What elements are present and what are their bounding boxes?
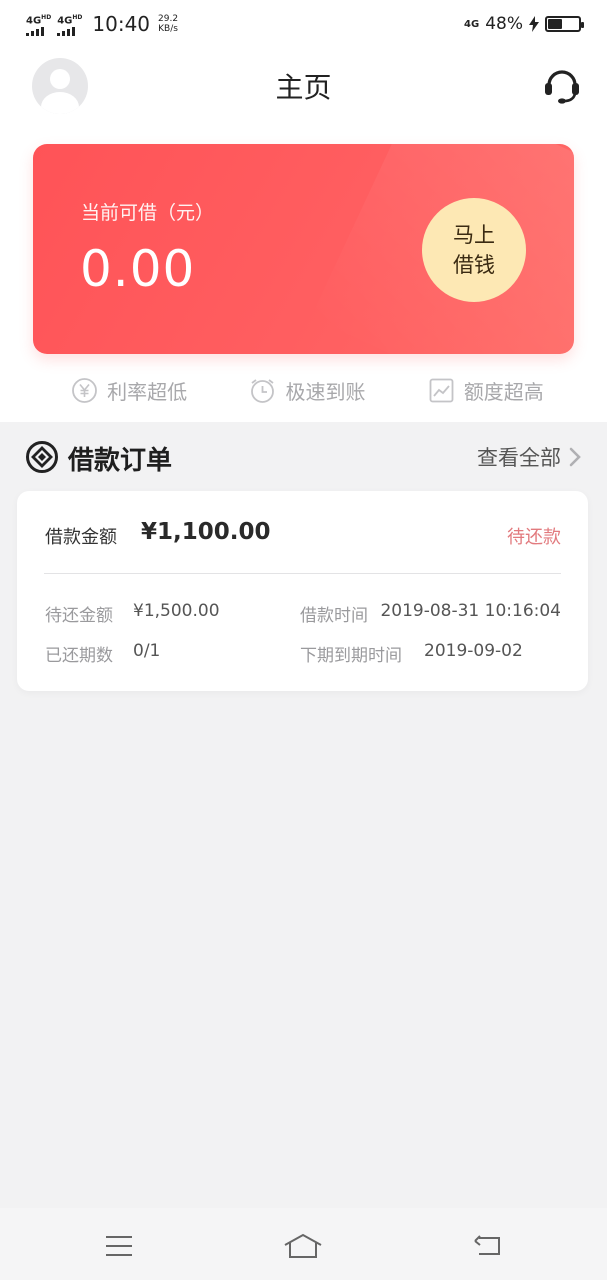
loan-amount-value: ¥1,100.00 bbox=[141, 519, 271, 545]
view-all-link[interactable]: 查看全部 bbox=[477, 442, 581, 472]
diamond-coin-icon bbox=[26, 441, 58, 473]
due-amount-value: ¥1,500.00 bbox=[133, 601, 220, 621]
status-bar: 4GHD 4GHD 10:40 29.2 KB/s 4G 48% bbox=[0, 0, 607, 48]
order-card[interactable]: 借款金额 ¥1,100.00 待还款 待还金额 ¥1,500.00 借款时间 2… bbox=[17, 491, 588, 691]
battery-level bbox=[548, 19, 563, 29]
signal-sim1-icon: 4GHD bbox=[26, 12, 51, 36]
back-button[interactable] bbox=[467, 1226, 507, 1266]
due-amount-label: 待还金额 bbox=[45, 606, 113, 626]
feature-label: 利率超低 bbox=[107, 379, 188, 404]
nav-bar: 主页 bbox=[0, 52, 607, 116]
divider bbox=[44, 573, 561, 574]
features-row: 利率超低 极速到账 额度超高 bbox=[0, 368, 607, 412]
loan-amount-label: 借款金额 bbox=[45, 527, 117, 548]
loan-time-label: 借款时间 bbox=[300, 606, 368, 626]
available-label: 当前可借（元） bbox=[81, 202, 215, 224]
battery-percent: 48% bbox=[485, 14, 523, 34]
signal-sim2-icon: 4GHD bbox=[57, 12, 82, 36]
home-icon bbox=[284, 1233, 322, 1258]
home-button[interactable] bbox=[283, 1226, 323, 1266]
available-amount: 0.00 bbox=[80, 240, 196, 298]
borrow-label-line1: 马上 bbox=[453, 223, 495, 247]
section-title: 借款订单 bbox=[68, 446, 173, 476]
feature-label: 极速到账 bbox=[285, 379, 366, 404]
borrow-now-button[interactable]: 马上 借钱 bbox=[422, 198, 526, 302]
network-type: 4G bbox=[464, 18, 480, 30]
feature-high-limit: 额度超高 bbox=[428, 376, 544, 405]
status-time: 10:40 bbox=[92, 12, 151, 36]
feature-low-rate: 利率超低 bbox=[71, 376, 187, 405]
next-due-value: 2019-09-02 bbox=[424, 641, 523, 661]
page-title: 主页 bbox=[275, 71, 332, 104]
next-due-label: 下期到期时间 bbox=[300, 646, 402, 666]
feature-fast-arrival: 极速到账 bbox=[249, 376, 365, 405]
orders-section-header: 借款订单 查看全部 bbox=[0, 432, 607, 482]
chart-up-icon bbox=[429, 378, 454, 402]
feature-label: 额度超高 bbox=[463, 379, 544, 404]
menu-button[interactable] bbox=[99, 1226, 139, 1266]
status-badge: 待还款 bbox=[507, 527, 561, 548]
view-all-label: 查看全部 bbox=[477, 446, 561, 470]
loan-card: 当前可借（元） 0.00 马上 借钱 bbox=[33, 144, 574, 354]
chevron-right-icon bbox=[569, 447, 581, 467]
paid-periods-value: 0/1 bbox=[133, 641, 161, 661]
customer-service-icon[interactable] bbox=[542, 66, 582, 106]
system-nav-bar bbox=[0, 1208, 607, 1280]
borrow-label-line2: 借钱 bbox=[453, 253, 495, 277]
clock-icon bbox=[251, 378, 275, 403]
yen-circle-icon bbox=[72, 377, 98, 403]
loan-time-value: 2019-08-31 10:16:04 bbox=[380, 601, 561, 621]
charging-icon bbox=[529, 16, 539, 32]
paid-periods-label: 已还期数 bbox=[45, 646, 113, 666]
battery-icon bbox=[545, 16, 584, 32]
network-speed: 29.2 KB/s bbox=[158, 14, 179, 34]
back-icon bbox=[474, 1235, 500, 1255]
menu-icon bbox=[106, 1236, 132, 1256]
